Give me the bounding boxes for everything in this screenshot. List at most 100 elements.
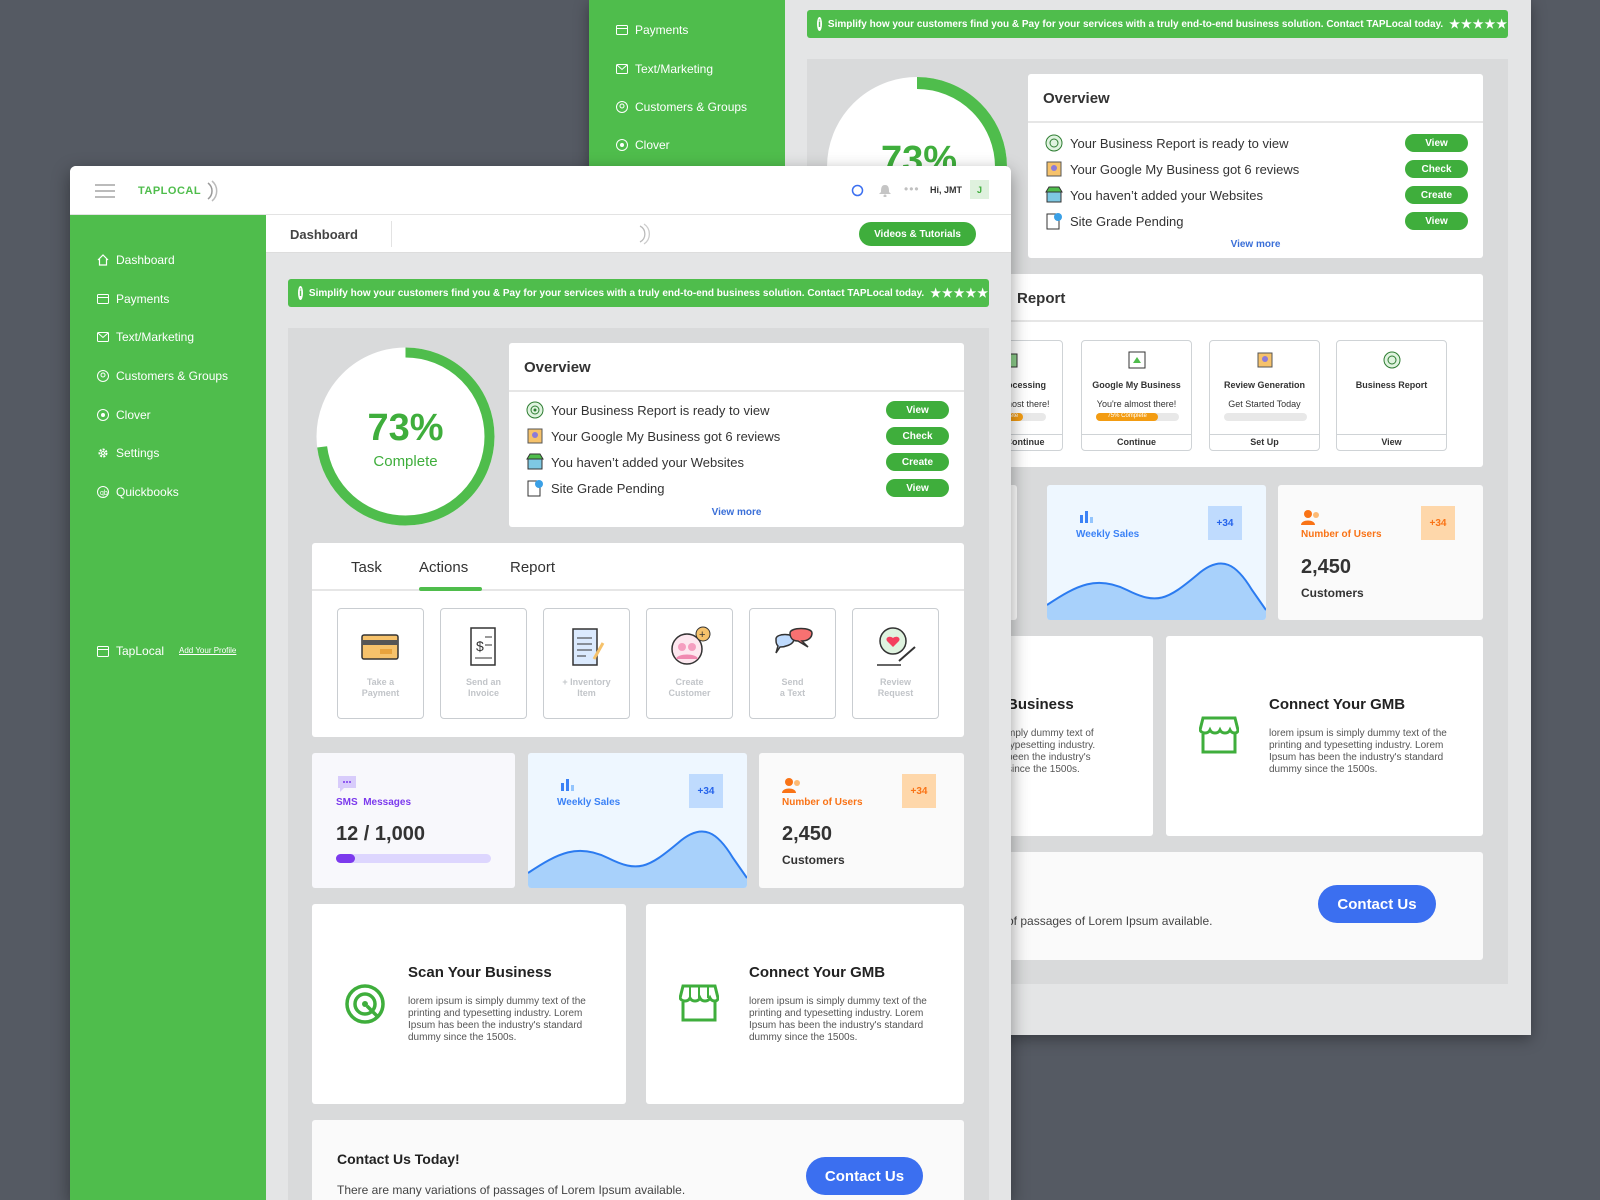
card-icon [97, 293, 109, 305]
view-button[interactable]: View [1337, 434, 1446, 450]
users-icon [782, 778, 800, 793]
view-button[interactable]: View [1405, 134, 1468, 152]
weekly-sales-label: Weekly Sales [1076, 529, 1140, 540]
sidebar-item-settings[interactable]: Settings [97, 446, 159, 460]
users-badge: +34 [1421, 506, 1455, 540]
back-sidebar-item-customers[interactable]: Customers & Groups [616, 100, 747, 114]
review-request-action[interactable]: Review Request [852, 608, 939, 719]
view-button[interactable]: View [886, 401, 949, 419]
signal-icon [639, 223, 650, 245]
sidebar-item-quickbooks[interactable]: qb Quickbooks [97, 485, 179, 499]
users-label: Number of Users [782, 797, 863, 808]
check-button[interactable]: Check [886, 427, 949, 445]
info-icon: i [298, 286, 303, 300]
sales-badge: +34 [689, 774, 723, 808]
sidebar-item-payments[interactable]: Payments [97, 292, 169, 306]
connect-gmb-card[interactable]: Connect Your GMB lorem ipsum is simply d… [646, 904, 964, 1104]
sidebar-item-label: Customers & Groups [635, 100, 748, 114]
rating-stars: ★★★★★ [1449, 17, 1508, 31]
more-icon[interactable]: ••• [904, 182, 920, 196]
clover-icon [97, 409, 109, 421]
overview-title: Overview [524, 359, 591, 376]
users-value: 2,450 [1301, 556, 1352, 578]
sms-card: SMS Messages 12 / 1,000 [312, 753, 515, 888]
contact-card: Contact Us Today! There are many variati… [312, 1120, 964, 1200]
sms-progress-fill [336, 854, 355, 863]
contact-us-button[interactable]: Contact Us [1318, 885, 1436, 923]
users-card: Number of Users +34 2,450 Customers [759, 753, 964, 888]
report-card-gmb[interactable]: Google My Business You're almost there! … [1081, 340, 1192, 451]
gmb-title: Connect Your GMB [749, 964, 886, 981]
sidebar-item-customers-groups[interactable]: Customers & Groups [97, 369, 228, 383]
svg-text:+: + [699, 629, 705, 641]
scan-business-card[interactable]: Scan Your Business lorem ipsum is simply… [312, 904, 626, 1104]
add-profile-link[interactable]: Add Your Profile [179, 646, 236, 655]
overview-item: Your Google My Business got 6 reviews Che… [526, 427, 949, 445]
menu-icon[interactable] [95, 184, 115, 198]
tab-report[interactable]: Report [510, 559, 555, 576]
sidebar-item-dashboard[interactable]: Dashboard [97, 253, 175, 267]
report-progress-bar [1224, 413, 1307, 421]
actions-card: Task Actions Report Take a Payment $ Sen… [312, 543, 964, 737]
back-sidebar-item-clover[interactable]: Clover [616, 138, 670, 152]
videos-tutorials-button[interactable]: Videos & Tutorials [859, 222, 976, 246]
view-more-link[interactable]: View more [1028, 239, 1483, 250]
sidebar-item-label: Payments [116, 292, 170, 306]
overview-item: Site Grade Pending View [1045, 212, 1468, 230]
tab-task[interactable]: Task [351, 559, 382, 576]
check-button[interactable]: Check [1405, 160, 1468, 178]
top-bar: TAPLOCAL ••• Hi, JMT J [70, 166, 1011, 215]
sidebar-item-text-marketing[interactable]: Text/Marketing [97, 330, 194, 344]
scan-title: Scan Your Business [408, 964, 552, 981]
back-report-card: Report e Processing e almost there! Comp… [987, 274, 1483, 467]
create-button[interactable]: Create [886, 453, 949, 471]
store-icon [97, 645, 109, 657]
banner-text: Simplify how your customers find you & P… [827, 18, 1444, 30]
sidebar-profile[interactable]: TapLocal [97, 644, 164, 658]
report-card-review-generation[interactable]: Review Generation Get Started Today Set … [1209, 340, 1320, 451]
view-button[interactable]: View [886, 479, 949, 497]
back-overview-card: Overview Your Business Report is ready t… [1028, 74, 1483, 258]
bell-icon[interactable] [879, 184, 891, 197]
sidebar-item-label: Dashboard [116, 253, 175, 267]
send-invoice-action[interactable]: $ Send an Invoice [440, 608, 527, 719]
view-button[interactable]: View [1405, 212, 1468, 230]
clover-icon [616, 139, 628, 151]
contact-us-button[interactable]: Contact Us [806, 1157, 923, 1195]
gear-icon [97, 447, 109, 459]
active-tab-indicator [419, 587, 482, 591]
site-grade-icon [526, 479, 544, 497]
target-icon [526, 401, 544, 419]
tab-actions[interactable]: Actions [419, 559, 468, 576]
sidebar-item-clover[interactable]: Clover [97, 408, 151, 422]
contact-text: There are many variations of passages of… [337, 1183, 686, 1197]
logo[interactable]: TAPLOCAL [138, 179, 224, 203]
scan-text: lorem ipsum is simply dummy text of the … [408, 996, 586, 1043]
target-icon [1383, 351, 1401, 369]
back-sidebar-item-text-marketing[interactable]: Text/Marketing [616, 62, 713, 76]
home-icon [97, 254, 109, 266]
front-screen: TAPLOCAL ••• Hi, JMT J Dashboard Payment… [70, 166, 1011, 1200]
avatar[interactable]: J [970, 180, 989, 199]
card-icon [616, 24, 628, 36]
inventory-item-action[interactable]: + Inventory Item [543, 608, 630, 719]
back-weekly-sales-card: Weekly Sales +34 [1047, 485, 1266, 620]
clipboard-icon [572, 628, 605, 666]
target-icon [1045, 134, 1063, 152]
page-header: Dashboard Videos & Tutorials [266, 215, 1011, 253]
promo-banner: i Simplify how your customers find you &… [288, 279, 989, 307]
create-customer-action[interactable]: + Create Customer [646, 608, 733, 719]
back-scan-card-partial: Business mply dummy text of typesetting … [989, 636, 1153, 836]
send-text-action[interactable]: Send a Text [749, 608, 836, 719]
back-sidebar-item-payments[interactable]: Payments [616, 23, 688, 37]
view-more-link[interactable]: View more [509, 507, 964, 518]
sales-area-chart [1047, 562, 1266, 620]
report-progress-bar: 75% Complete [1096, 413, 1179, 421]
take-payment-action[interactable]: Take a Payment [337, 608, 424, 719]
continue-button[interactable]: Continue [1082, 434, 1191, 450]
search-icon[interactable] [851, 184, 864, 197]
greeting: Hi, JMT [930, 185, 963, 195]
set-up-button[interactable]: Set Up [1210, 434, 1319, 450]
report-card-business-report[interactable]: Business Report View [1336, 340, 1447, 451]
create-button[interactable]: Create [1405, 186, 1468, 204]
